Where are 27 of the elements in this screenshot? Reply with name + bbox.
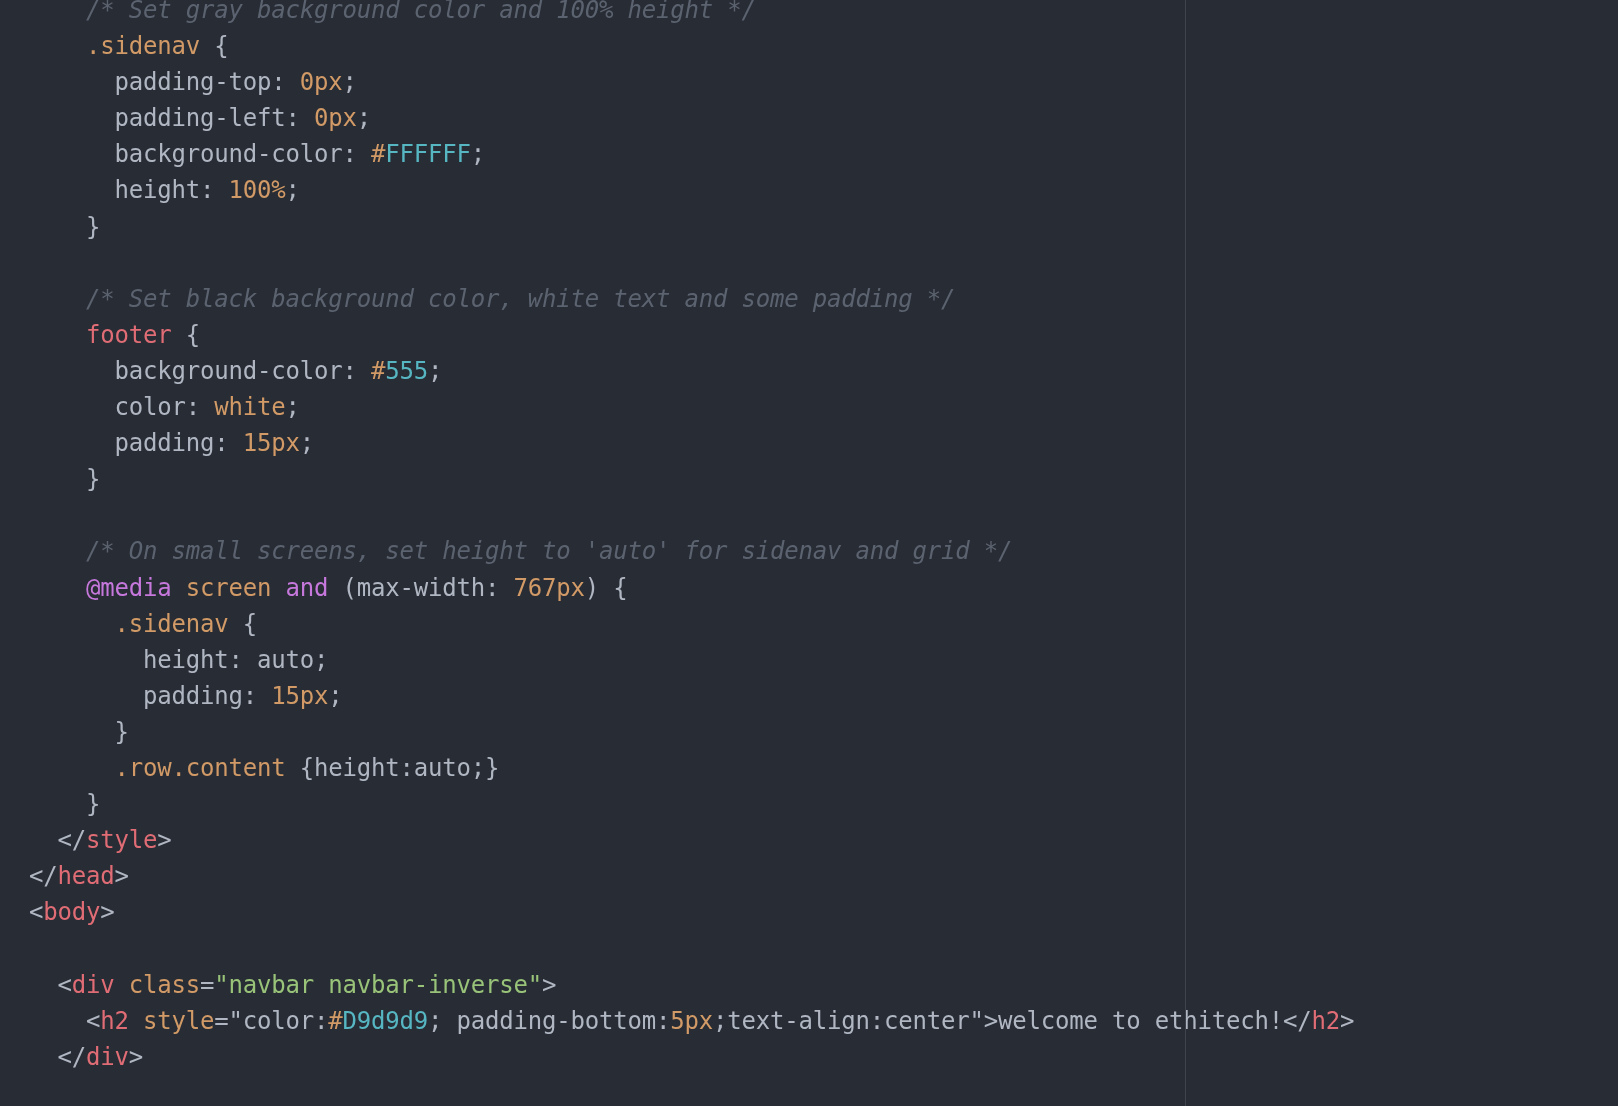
code-line: height: auto; xyxy=(142,644,329,676)
code-line: padding: 15px; xyxy=(142,680,343,712)
code-line: </div> xyxy=(56,1041,143,1073)
code-line: <h2 style="color:#D9d9d9; padding-bottom:5px;text-align:center">welcome to ethitech!</h2> xyxy=(85,1005,1355,1037)
code-line: </style> xyxy=(56,825,172,857)
code-line: background-color: #FFFFFF; xyxy=(113,139,485,171)
code-line: } xyxy=(113,716,129,748)
code-line: </head> xyxy=(29,861,129,893)
code-line: } xyxy=(85,789,101,821)
code-line: color: white; xyxy=(113,392,300,424)
code-line: .sidenav { xyxy=(85,31,229,63)
code-line: } xyxy=(85,464,101,496)
code-line: } xyxy=(85,211,101,243)
code-line: /* Set gray background color and 100% height */ xyxy=(85,0,756,26)
code-line: /* On small screens, set height to 'auto' for sidenav and grid */ xyxy=(85,536,1013,568)
code-line: background-color: #555; xyxy=(113,355,443,387)
code-line: padding-left: 0px; xyxy=(113,103,371,135)
code-line: padding-top: 0px; xyxy=(113,67,357,99)
code-line: <div class="navbar navbar-inverse"> xyxy=(56,969,557,1001)
code-line: @media screen and (max-width: 767px) { xyxy=(85,572,628,604)
code-line: <body> xyxy=(29,897,115,929)
code-line: footer { xyxy=(85,319,200,351)
code-line: .row.content {height:auto;} xyxy=(113,752,500,784)
code-line: padding: 15px; xyxy=(113,428,314,460)
code-line: .sidenav { xyxy=(113,608,257,640)
code-line: height: 100%; xyxy=(113,175,300,207)
code-line: /* Set black background color, white text and some padding */ xyxy=(85,283,956,315)
